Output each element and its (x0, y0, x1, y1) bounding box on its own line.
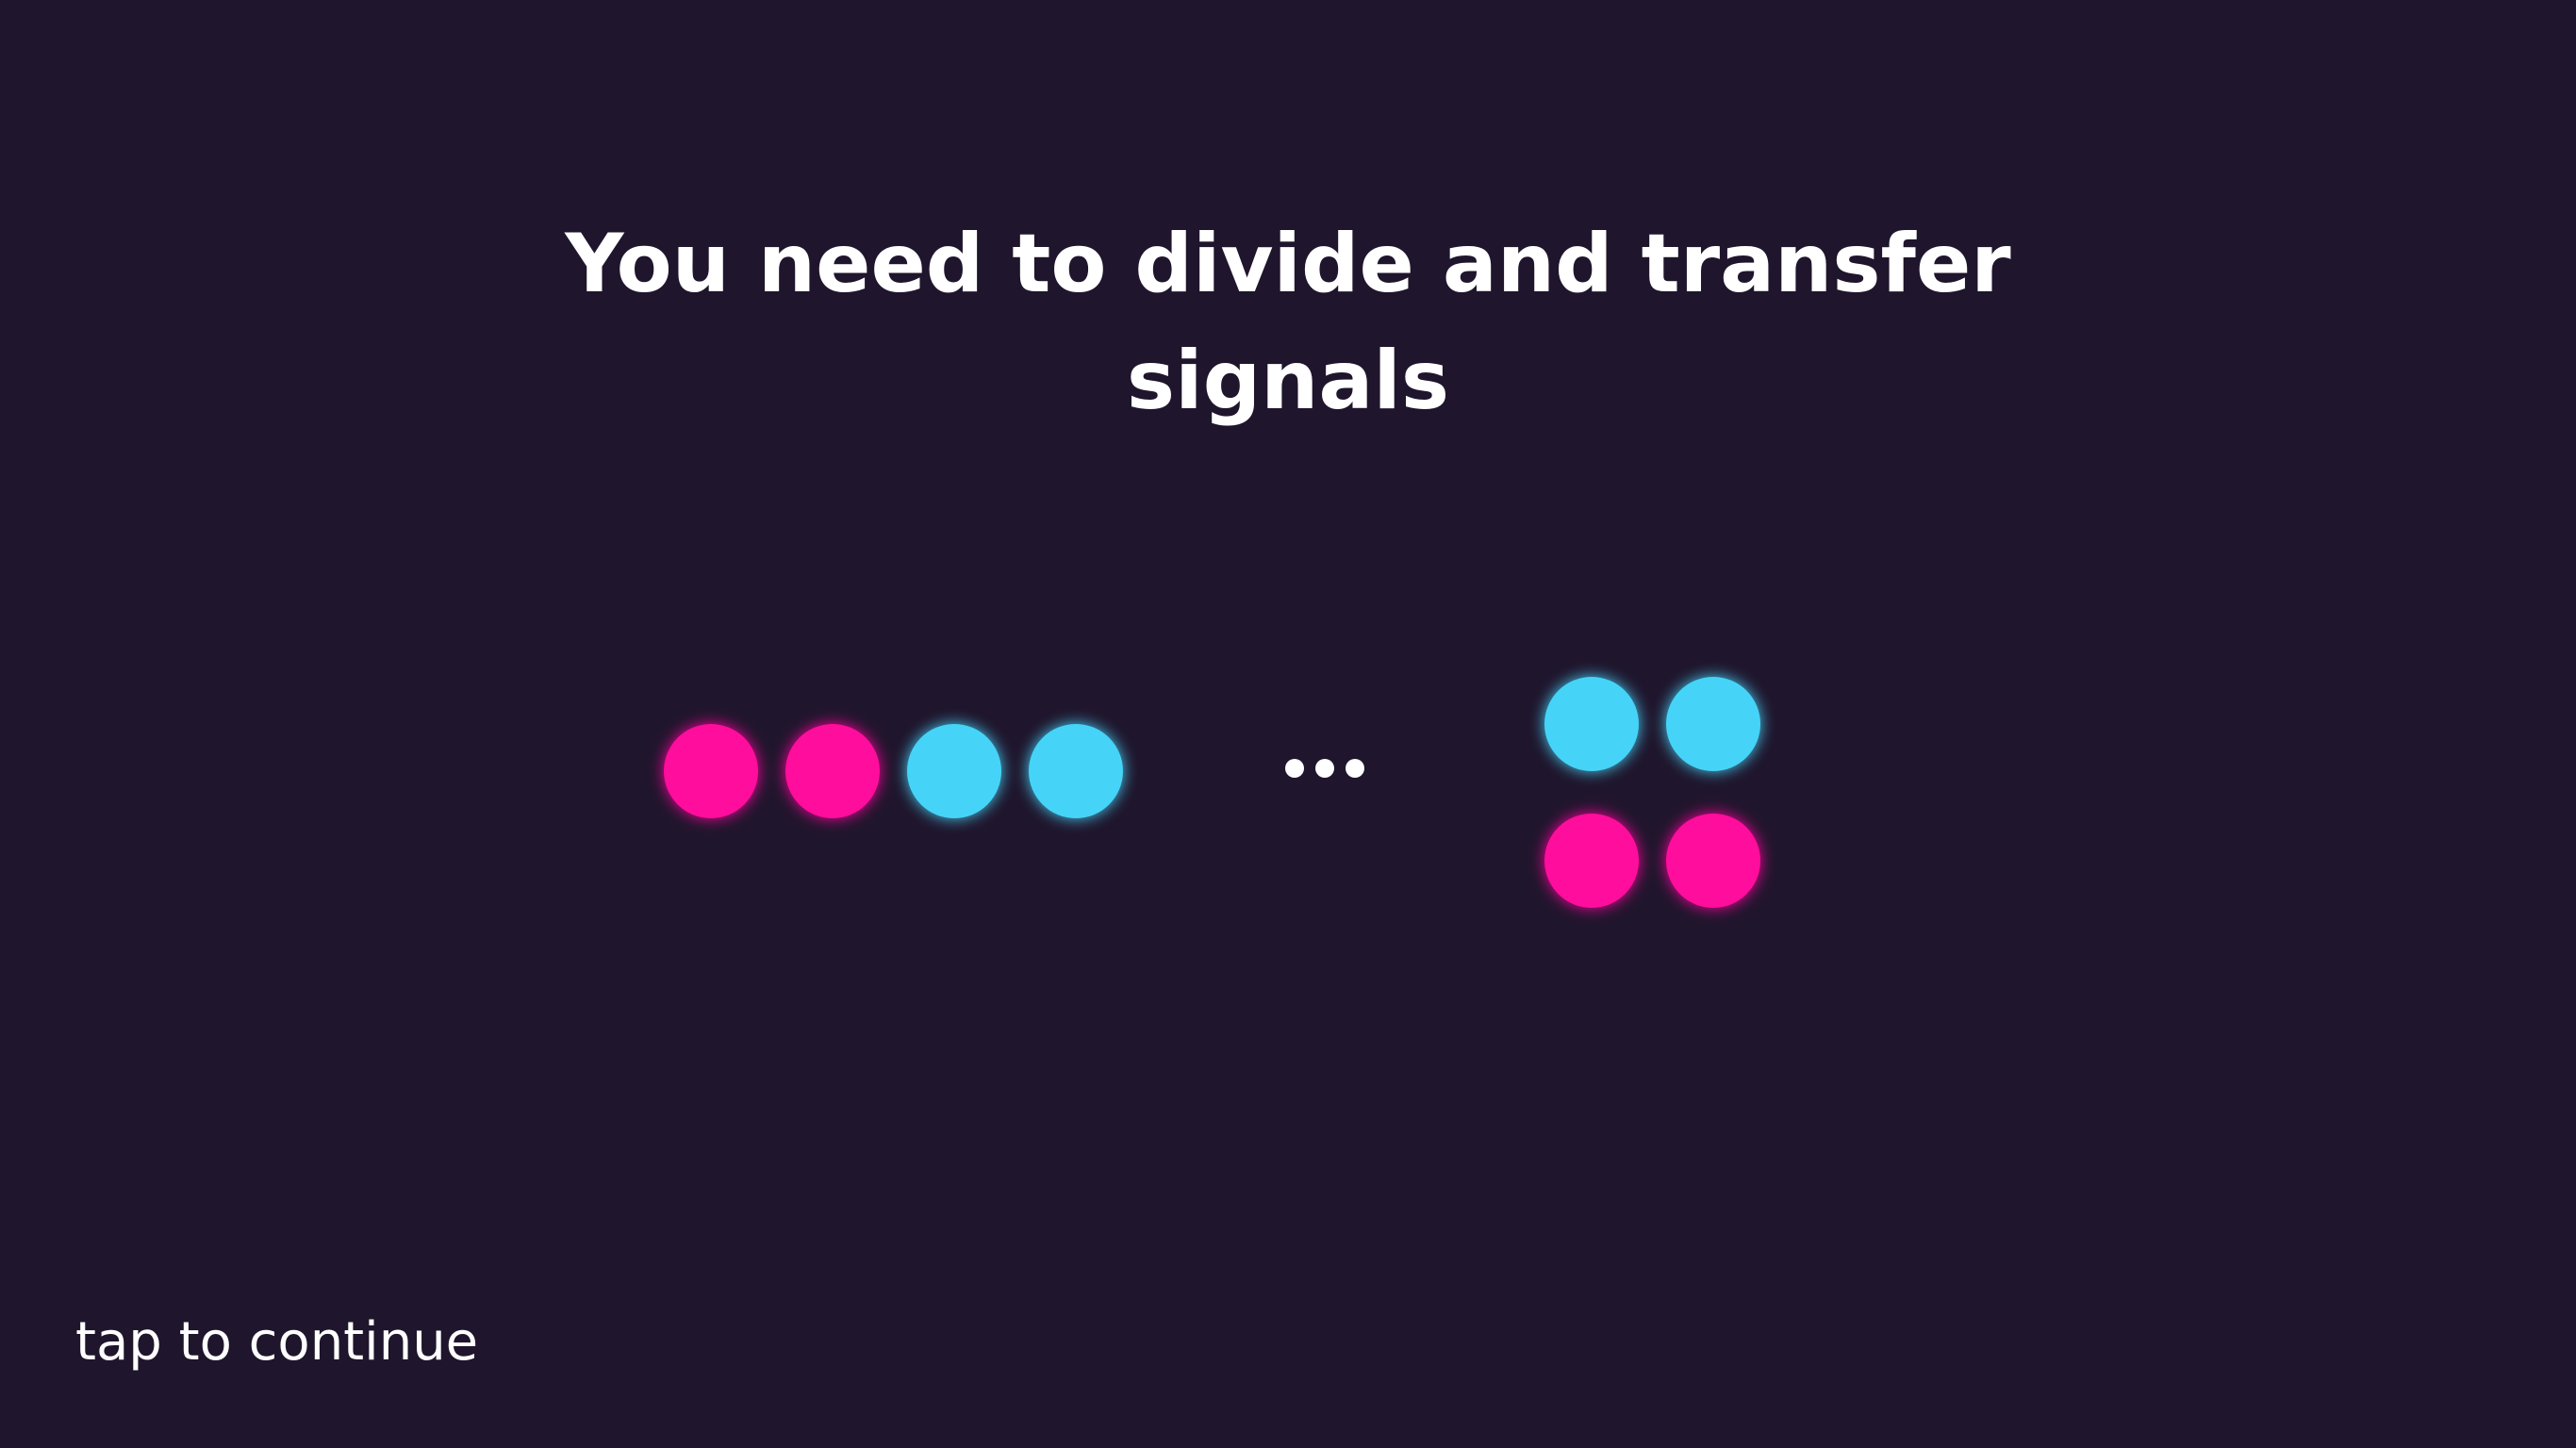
tap-to-continue-label[interactable]: tap to continue (75, 1308, 478, 1376)
ellipsis-icon (1285, 759, 1364, 778)
magenta-signal-dot (785, 724, 880, 818)
magenta-signal-dot (1666, 814, 1760, 908)
magenta-signal-dot (1544, 814, 1639, 908)
ellipsis-dot (1315, 759, 1334, 778)
ellipsis-dot (1346, 759, 1364, 778)
cyan-signal-dot (1544, 677, 1639, 771)
ellipsis-dot (1285, 759, 1304, 778)
cyan-signal-dot (907, 724, 1001, 818)
signal-diagram (609, 677, 1841, 908)
cyan-signal-dot (1029, 724, 1123, 818)
tutorial-screen[interactable]: You need to divide and transfer signals (0, 0, 2576, 1448)
magenta-signal-dot (664, 724, 758, 818)
cyan-signal-dot (1666, 677, 1760, 771)
